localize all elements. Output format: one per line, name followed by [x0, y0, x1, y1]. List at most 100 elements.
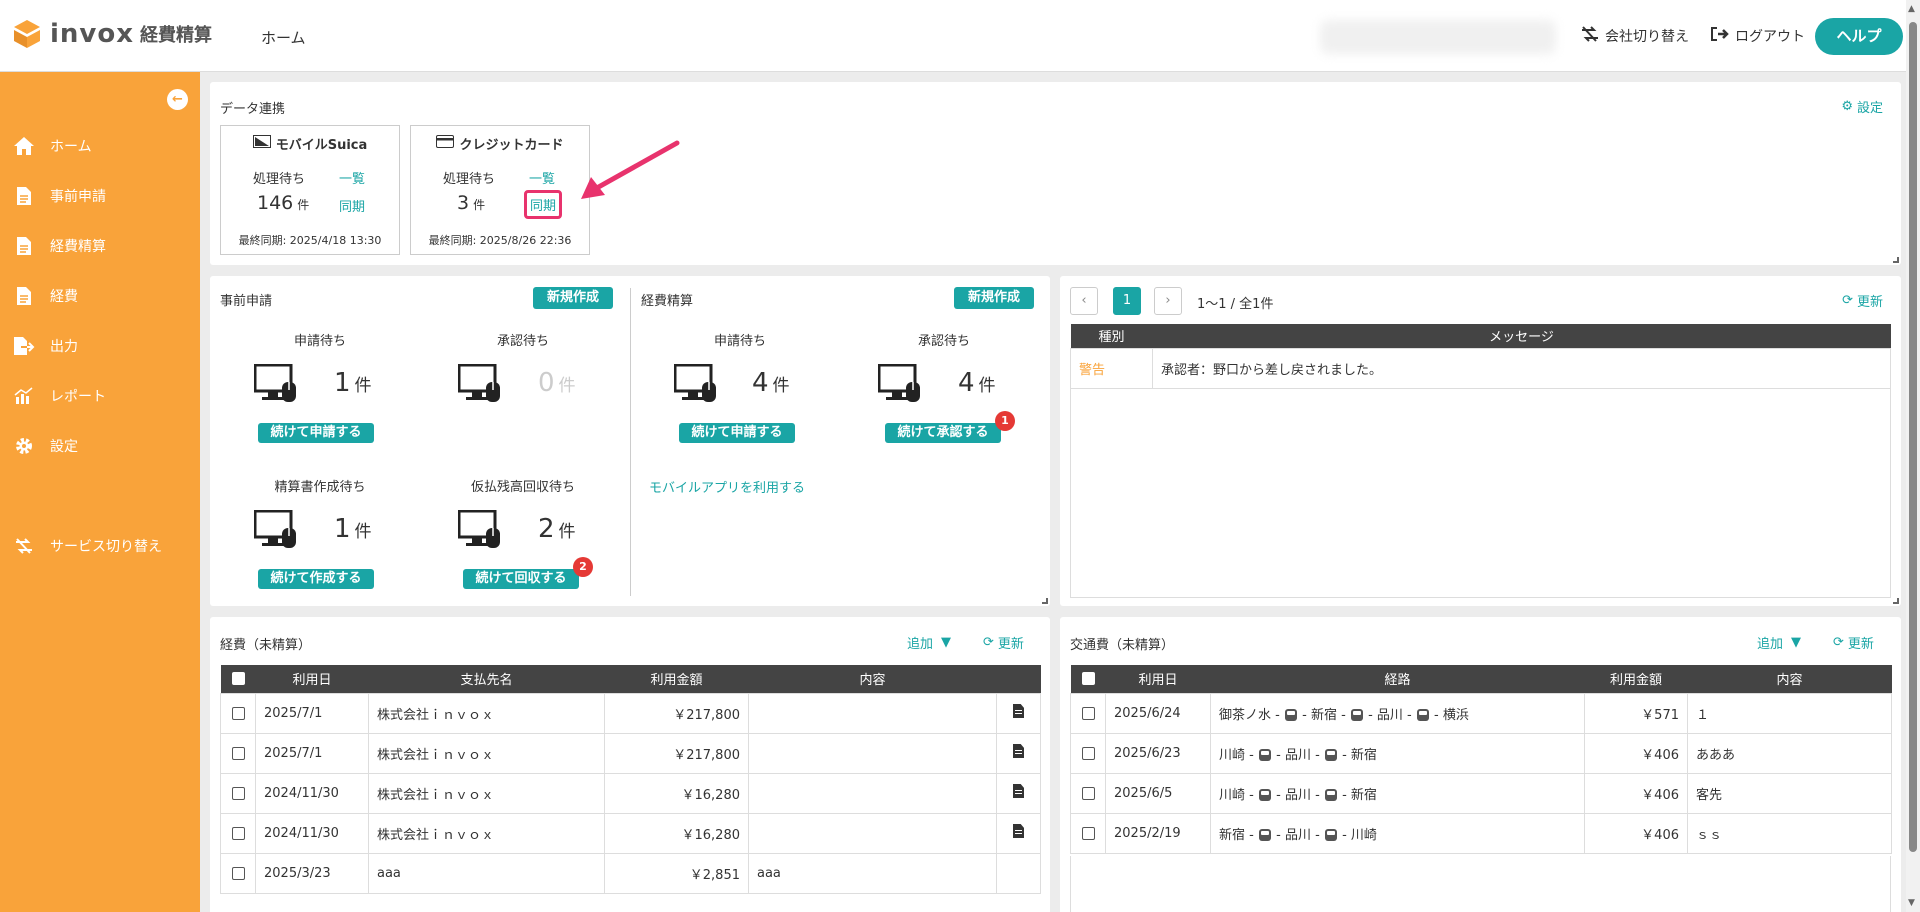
pre-approve-wait-label: 承認待ち — [496, 334, 549, 349]
expenses-add-dropdown[interactable]: 追加 ▼ — [907, 633, 951, 652]
document-icon[interactable] — [996, 812, 1041, 854]
row-checkbox[interactable] — [1070, 812, 1106, 854]
messages-refresh-link[interactable]: ⟳ 更新 — [1842, 291, 1883, 310]
sidebar-item-home[interactable]: ホーム — [12, 134, 92, 158]
sidebar-item-pre-application[interactable]: 事前申請 — [12, 184, 106, 208]
sidebar-item-expenses[interactable]: 経費 — [12, 284, 78, 308]
table-row[interactable]: 2024/11/30 株式会社ｉｎｖｏｘ ￥16,280 — [220, 772, 1041, 814]
transport-refresh-link[interactable]: ⟳ 更新 — [1833, 633, 1874, 652]
table-row[interactable]: 2025/7/1 株式会社ｉｎｖｏｘ ￥217,800 — [220, 692, 1041, 734]
continue-approve-button[interactable]: 続けて承認する — [885, 423, 1001, 443]
expenses-refresh-link[interactable]: ⟳ 更新 — [983, 633, 1024, 652]
expenses-panel: 経費（未精算） 追加 ▼ ⟳ 更新 利用日 支払先名 利用金額 内容 2025/… — [210, 617, 1050, 912]
scroll-up-icon[interactable]: ▲ — [1908, 4, 1915, 14]
table-row[interactable]: 2025/6/5 川崎 - - 品川 - - 新宿 ￥406 客先 — [1070, 772, 1892, 814]
pager-next-button[interactable]: › — [1154, 287, 1182, 315]
help-button[interactable]: ヘルプ — [1815, 18, 1903, 55]
settlement-approve-wait-label: 承認待ち — [917, 334, 970, 349]
suica-list-link[interactable]: 一覧 — [339, 168, 365, 187]
row-checkbox[interactable] — [1070, 692, 1106, 734]
column-header-payee: 支払先名 — [368, 665, 605, 693]
expense-date: 2025/7/1 — [255, 692, 369, 734]
row-checkbox[interactable] — [220, 692, 256, 734]
panel-resize-handle[interactable] — [1893, 257, 1899, 263]
pager-prev-button[interactable]: ‹ — [1070, 287, 1098, 315]
continue-create-button[interactable]: 続けて作成する — [258, 569, 374, 589]
expense-settlement-new-button[interactable]: 新規作成 — [954, 287, 1034, 309]
row-checkbox[interactable] — [220, 812, 256, 854]
sidebar-item-settings[interactable]: 設定 — [12, 434, 78, 458]
card-sync-link[interactable]: 同期 — [524, 190, 563, 219]
train-icon — [1350, 709, 1363, 721]
expense-content — [748, 772, 997, 814]
row-checkbox[interactable] — [220, 732, 256, 774]
data-link-panel: データ連携 ⚙ 設定 モバイルSuica 処理待ち 146 件 一覧 同期 最終同… — [210, 82, 1901, 265]
logo[interactable]: invox 経費精算 — [12, 18, 212, 50]
pre-apply-wait-count: 1件 — [334, 368, 372, 398]
home-icon — [12, 134, 36, 158]
scrollbar-thumb[interactable] — [1909, 22, 1917, 852]
expenses-table: 利用日 支払先名 利用金額 内容 2025/7/1 株式会社ｉｎｖｏｘ ￥217… — [220, 665, 1041, 894]
table-row[interactable]: 2025/6/23 川崎 - - 品川 - - 新宿 ￥406 あああ — [1070, 732, 1892, 774]
document-icon — [12, 234, 36, 258]
expense-payee: 株式会社ｉｎｖｏｘ — [368, 732, 605, 774]
expense-date: 2024/11/30 — [255, 772, 369, 814]
continue-collect-button[interactable]: 続けて回収する — [463, 569, 579, 589]
scroll-down-icon[interactable]: ▼ — [1908, 898, 1915, 908]
row-checkbox[interactable] — [1070, 772, 1106, 814]
sidebar-item-label: 経費精算 — [50, 239, 106, 255]
sidebar-item-expense-settlement[interactable]: 経費精算 — [12, 234, 106, 258]
document-icon[interactable] — [996, 732, 1041, 774]
table-row[interactable]: 2025/7/1 株式会社ｉｎｖｏｘ ￥217,800 — [220, 732, 1041, 774]
continue-apply-button[interactable]: 続けて申請する — [258, 423, 374, 443]
table-row[interactable]: 2025/2/19 新宿 - - 品川 - - 川崎 ￥406 ｓｓ — [1070, 812, 1892, 854]
pre-application-new-button[interactable]: 新規作成 — [533, 287, 613, 309]
column-header-date: 利用日 — [1105, 665, 1211, 693]
panel-resize-handle[interactable] — [1893, 598, 1899, 604]
select-all-checkbox[interactable] — [1070, 665, 1106, 693]
transport-date: 2025/6/23 — [1105, 732, 1211, 774]
select-all-checkbox[interactable] — [220, 665, 256, 693]
pre-application-title: 事前申請 — [220, 294, 273, 309]
sidebar-collapse-icon[interactable]: ← — [167, 89, 188, 110]
pager-page-button[interactable]: 1 — [1113, 287, 1141, 315]
row-checkbox[interactable] — [220, 852, 256, 894]
nav-home-link[interactable]: ホーム — [261, 27, 306, 48]
expense-amount: ￥16,280 — [604, 772, 749, 814]
transport-amount: ￥571 — [1584, 692, 1688, 734]
card-list-link[interactable]: 一覧 — [529, 168, 555, 187]
mobile-app-link[interactable]: モバイルアプリを利用する — [649, 477, 805, 496]
document-icon[interactable] — [996, 772, 1041, 814]
messages-table: 種別 メッセージ 警告 承認者：野口から差し戻されました。 — [1070, 324, 1891, 389]
sidebar-item-report[interactable]: レポート — [12, 384, 106, 408]
column-header-route: 経路 — [1210, 665, 1585, 693]
column-header-message: メッセージ — [1152, 324, 1891, 348]
sidebar-item-service-switch[interactable]: サービス切り替え — [12, 534, 162, 558]
switch-company-label: 会社切り替え — [1605, 29, 1689, 45]
logout-link[interactable]: ログアウト — [1710, 26, 1805, 46]
table-row[interactable]: 警告 承認者：野口から差し戻されました。 — [1070, 347, 1891, 389]
page-scrollbar[interactable]: ▲ ▼ — [1906, 0, 1920, 912]
refresh-icon: ⟳ — [1842, 293, 1853, 308]
transport-date: 2025/2/19 — [1105, 812, 1211, 854]
add-label: 追加 — [1757, 637, 1784, 652]
table-row[interactable]: 2025/3/23 aaa ￥2,851 aaa — [220, 852, 1041, 894]
table-row[interactable]: 2024/11/30 株式会社ｉｎｖｏｘ ￥16,280 — [220, 812, 1041, 854]
transport-add-dropdown[interactable]: 追加 ▼ — [1757, 633, 1801, 652]
settlement-continue-apply-button[interactable]: 続けて申請する — [679, 423, 795, 443]
gear-icon: ⚙ — [1841, 99, 1853, 114]
refresh-label: 更新 — [997, 637, 1024, 652]
annotation-arrow-icon — [581, 140, 680, 199]
row-checkbox[interactable] — [220, 772, 256, 814]
suica-sync-link[interactable]: 同期 — [339, 196, 365, 215]
document-icon[interactable] — [996, 692, 1041, 734]
switch-company-link[interactable]: 会社切り替え — [1580, 26, 1689, 46]
panel-resize-handle[interactable] — [1042, 598, 1048, 604]
row-checkbox[interactable] — [1070, 732, 1106, 774]
pre-apply-wait-label: 申請待ち — [293, 334, 346, 349]
table-row[interactable]: 2025/6/24 御茶ノ水 - - 新宿 - - 品川 - - 横浜 ￥571… — [1070, 692, 1892, 734]
refresh-label: 更新 — [1847, 637, 1874, 652]
train-icon — [1284, 709, 1297, 721]
data-link-settings-link[interactable]: ⚙ 設定 — [1841, 97, 1883, 116]
sidebar-item-output[interactable]: 出力 — [12, 334, 78, 358]
